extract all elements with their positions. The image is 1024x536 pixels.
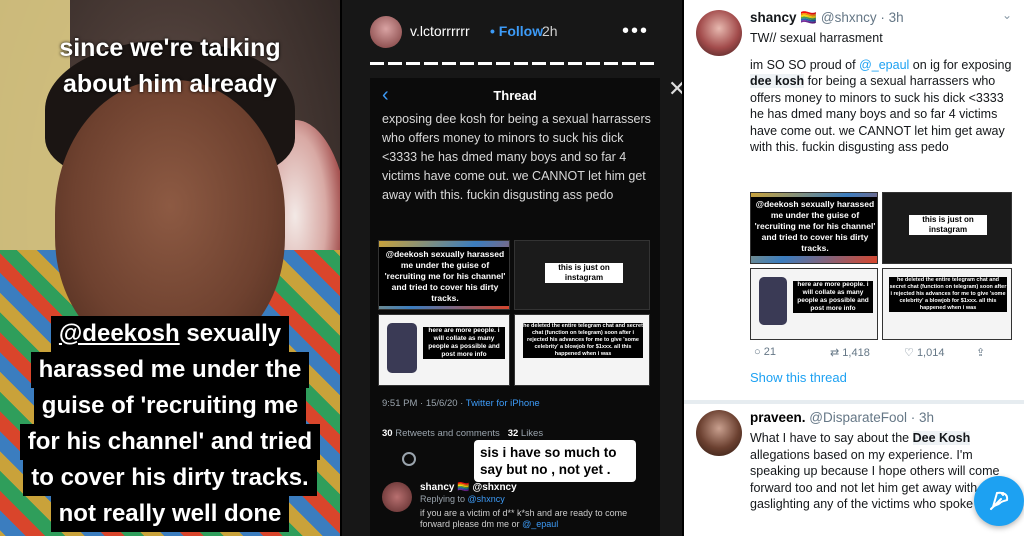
caption-line: since we're talking [59,34,281,62]
more-options-icon[interactable]: ••• [622,20,649,43]
retweet-count: 1,418 [842,347,870,359]
tweet-text: exposing dee kosh for being a sexual har… [382,112,651,202]
instagram-story-panel: v.lctorrrrrr • Follow 2h ••• ✕ ‹ Thread … [342,0,682,536]
story-username[interactable]: v.lctorrrrrr [410,23,470,39]
avatar[interactable] [696,10,742,56]
image-cell[interactable]: @deekosh sexually harassed me under the … [750,192,878,264]
image-caption: @deekosh sexually harassed me under the … [751,197,877,256]
like-count: 1,014 [916,347,945,359]
story-text-sticker: sis i have so much to say but no , not y… [474,440,636,482]
tweet-author[interactable]: praveen. @DisparateFool · 3h [750,410,934,425]
text-segment: allegations based on my experience. I'm … [750,447,1000,512]
thread-title: Thread [493,88,537,103]
reply-text: if you are a victim of d** k*sh and are … [420,508,642,530]
reply-icon[interactable] [402,452,416,466]
story-progress-bars [370,62,658,65]
tweet-text: TW// sexual harrasment im SO SO proud of… [750,30,1016,156]
story-avatar[interactable] [370,16,402,48]
image-cell[interactable]: this is just on instagram [882,192,1012,264]
caption-line: @deekosh sexually [50,316,290,352]
heart-icon: ♡ [904,347,914,359]
compose-tweet-button[interactable] [974,476,1024,526]
image-caption: he deleted the entire telegram chat and … [889,277,1007,312]
handle-and-time: @DisparateFool · 3h [809,410,935,425]
image-cell[interactable]: here are more people. i will collate as … [750,268,878,340]
replying-to-handle[interactable]: @shxncy [468,494,505,504]
mention-link[interactable]: @_epaul [859,58,909,72]
tweet-image-grid: @deekosh sexually harassed me under the … [750,192,1012,340]
phone-icon [759,277,787,325]
image-caption: here are more people. i will collate as … [793,281,873,313]
retweet-icon: ⇄ [830,347,840,359]
image-cell[interactable]: @deekosh sexually harassed me under the … [378,240,510,310]
tweet-paragraph: im SO SO proud of @_epaul on ig for expo… [750,57,1016,156]
thread-header: ‹ Thread [370,78,660,110]
text-segment: What I have to say about the [750,431,913,445]
text-segment: im SO SO proud of [750,57,860,72]
story-age: 2h [542,23,558,39]
meme-caption-box: @deekosh sexually harassed me under the … [0,316,340,532]
image-caption: here are more people. i will collate as … [423,327,505,359]
caption-line: guise of 'recruiting me [33,388,307,424]
replying-to-label: Replying to [420,494,466,504]
phone-icon [387,323,417,373]
caption-line: for his channel' and tried [19,424,321,460]
tweet-timestamp: 9:51 PM · 15/6/20 · [382,398,464,409]
handle-mention: @deekosh [58,320,180,347]
show-thread-link[interactable]: Show this thread [750,370,847,385]
reply-tweet: shancy 🏳‍🌈 @shxncy Replying to @shxncy i… [382,482,642,536]
highlighted-text: dee kosh [750,74,805,88]
caption-text: sexually [179,320,282,347]
caption-line: to cover his dirty tracks. [23,460,317,496]
handle-and-time: @shxncy · 3h [820,10,904,25]
retweet-action[interactable]: ⇄ 1,418 [830,346,870,359]
highlighted-text: Dee Kosh [912,431,971,445]
avatar[interactable] [696,410,742,456]
retweets-label[interactable]: Retweets and comments [395,428,500,439]
twitter-feed-panel: shancy 🏳‍🌈 @shxncy · 3h ⌄ TW// sexual ha… [684,0,1024,536]
avatar[interactable] [382,482,412,512]
reply-author[interactable]: shancy 🏳‍🌈 @shxncy [420,482,517,493]
comment-icon: ○ [754,346,761,358]
image-cell[interactable]: here are more people. i will collate as … [378,314,510,386]
close-icon[interactable]: ✕ [668,76,682,102]
story-meme-panel: since we're talking about him already @d… [0,0,340,536]
meme-caption-top: since we're talking about him already [0,30,340,102]
reply-count: 21 [763,346,776,358]
display-name: praveen. [750,410,806,425]
replying-to: Replying to @shxncy [420,494,505,504]
tweet-line: TW// sexual harrasment [750,31,883,45]
like-action[interactable]: ♡ 1,014 [904,346,944,359]
tweet-stats: 30 Retweets and comments 32 Likes [382,428,543,439]
text-segment: on ig for exposing [909,57,1012,72]
caption-line: not really well done [50,496,290,532]
image-caption: this is just on instagram [909,215,987,235]
image-cell[interactable]: he deleted the entire telegram chat and … [514,314,650,386]
image-caption: @deekosh sexually harassed me under the … [379,247,509,306]
caption-line: about him already [63,70,277,98]
likes-label[interactable]: Likes [521,428,543,439]
feather-compose-icon [990,491,1009,511]
image-caption: he deleted the entire telegram chat and … [523,323,643,358]
story-header: v.lctorrrrrr • Follow 2h ••• [342,0,682,62]
tweet-meta: 9:51 PM · 15/6/20 · Twitter for iPhone [382,398,540,409]
retweet-count: 30 [382,428,393,439]
follow-button[interactable]: • Follow [490,23,543,39]
image-cell[interactable]: he deleted the entire telegram chat and … [882,268,1012,340]
image-cell[interactable]: this is just on instagram [514,240,650,310]
tweet-image-grid: @deekosh sexually harassed me under the … [378,240,650,386]
chevron-down-icon[interactable]: ⌄ [1002,8,1012,22]
reply-mention[interactable]: @_epaul [522,519,558,529]
reply-action[interactable]: ○ 21 [754,346,776,358]
share-action[interactable]: ⇪ [976,346,985,359]
caption-line: harassed me under the [30,352,310,388]
display-name: shancy 🏳‍🌈 [750,10,818,25]
like-count: 32 [507,428,519,439]
share-icon: ⇪ [976,347,986,359]
image-caption: this is just on instagram [545,263,623,283]
tweet-actions: ○ 21 ⇄ 1,418 ♡ 1,014 ⇪ [754,346,994,364]
tweet-author[interactable]: shancy 🏳‍🌈 @shxncy · 3h [750,10,904,26]
tweet-divider [684,400,1024,404]
tweet-source[interactable]: Twitter for iPhone [466,398,540,409]
